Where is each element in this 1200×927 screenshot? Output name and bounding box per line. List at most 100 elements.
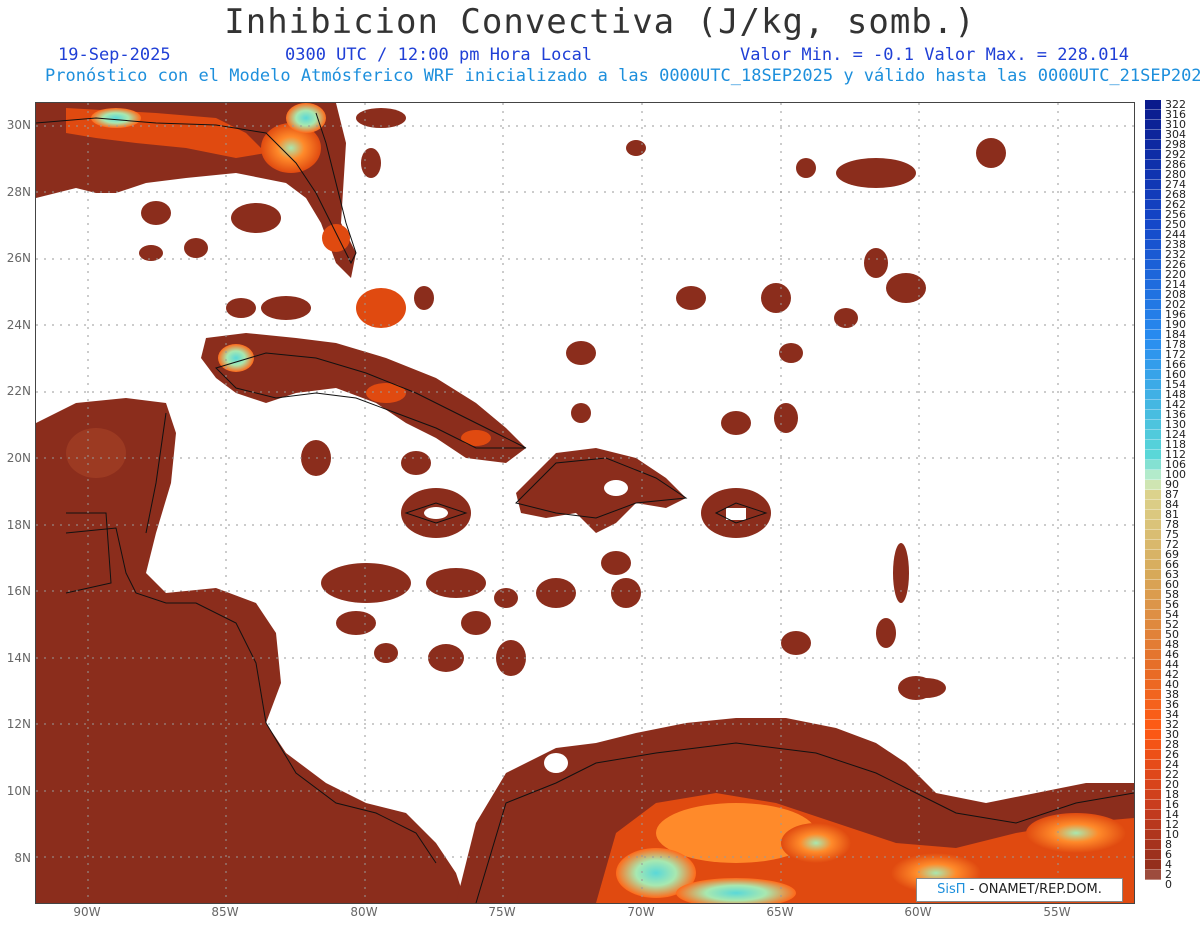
colorbar-cell [1145,200,1161,210]
colorbar-cell [1145,860,1161,870]
colorbar-cell [1145,530,1161,540]
longitude-label: 90W [73,905,101,919]
colorbar-cell [1145,160,1161,170]
longitude-label: 75W [488,905,516,919]
colorbar-cell [1145,510,1161,520]
colorbar-cell [1145,330,1161,340]
colorbar-cell [1145,800,1161,810]
colorbar-cell [1145,640,1161,650]
colorbar-cell [1145,140,1161,150]
colorbar-cell [1145,760,1161,770]
latitude-label: 12N [6,717,31,732]
colorbar-cell [1145,770,1161,780]
colorbar-cell [1145,450,1161,460]
colorbar-cell [1145,150,1161,160]
latitude-label: 10N [6,784,31,798]
colorbar-cell [1145,250,1161,260]
colorbar-cell [1145,410,1161,420]
latitude-label: 8N [14,850,31,865]
longitude-label: 55W [1043,905,1071,919]
cin-field [36,103,1134,903]
colorbar-cell [1145,670,1161,680]
colorbar-cell [1145,350,1161,360]
colorbar-cell [1145,700,1161,710]
colorbar-cell [1145,500,1161,510]
colorbar-cell [1145,110,1161,120]
colorbar-cell [1145,520,1161,530]
colorbar-cell [1145,840,1161,850]
colorbar-cell [1145,750,1161,760]
latitude-label: 30N [6,118,31,132]
credit-box: SisΠ - ONAMET/REP.DOM. [916,878,1123,902]
colorbar-cell [1145,870,1161,880]
longitude-label: 60W [904,905,932,919]
colorbar-cell [1145,440,1161,450]
colorbar-cell [1145,580,1161,590]
colorbar-cell [1145,470,1161,480]
colorbar-cell [1145,120,1161,130]
latitude-label: 14N [6,650,31,665]
colorbar-cell [1145,270,1161,280]
min-max-values: Valor Min. = -0.1 Valor Max. = 228.014 [740,45,1129,65]
colorbar-cell [1145,710,1161,720]
forecast-time: 0300 UTC / 12:00 pm Hora Local [285,45,593,65]
forecast-description: Pronóstico con el Modelo Atmósferico WRF… [45,66,1200,86]
colorbar-cell [1145,380,1161,390]
credit-logo: SisΠ [937,882,966,897]
colorbar-cell [1145,730,1161,740]
latitude-label: 26N [6,251,31,266]
colorbar-cell [1145,460,1161,470]
colorbar-cell [1145,260,1161,270]
latitude-label: 28N [6,184,31,199]
colorbar-cell [1145,610,1161,620]
colorbar-cell [1145,340,1161,350]
colorbar-cell [1145,570,1161,580]
map-panel [35,102,1135,904]
colorbar-cell [1145,820,1161,830]
colorbar-cell [1145,370,1161,380]
latitude-label: 20N [6,451,31,465]
colorbar-cell [1145,590,1161,600]
colorbar-cell [1145,420,1161,430]
colorbar-cell [1145,680,1161,690]
colorbar-cell [1145,550,1161,560]
colorbar-cell [1145,600,1161,610]
longitude-label: 65W [766,905,794,919]
colorbar-cell [1145,690,1161,700]
colorbar-cell [1145,540,1161,550]
colorbar-cell [1145,310,1161,320]
colorbar-cell [1145,170,1161,180]
colorbar-cell [1145,740,1161,750]
longitude-label: 85W [211,905,239,919]
map-svg [36,103,1134,903]
colorbar-cell [1145,360,1161,370]
latitude-label: 22N [6,384,31,399]
colorbar-cell [1145,320,1161,330]
colorbar-cell [1145,240,1161,250]
latitude-label: 16N [6,584,31,599]
colorbar-cell [1145,300,1161,310]
colorbar-cell [1145,430,1161,440]
longitude-label: 80W [350,905,378,919]
colorbar-cell [1145,720,1161,730]
colorbar-cell [1145,780,1161,790]
colorbar-cell [1145,230,1161,240]
colorbar-cell [1145,210,1161,220]
colorbar-label: 0 [1165,878,1172,891]
colorbar-cell [1145,810,1161,820]
credit-org: - ONAMET/REP.DOM. [965,882,1102,897]
colorbar-cell [1145,560,1161,570]
colorbar-cell [1145,850,1161,860]
latitude-label: 18N [6,517,31,532]
colorbar-cell [1145,830,1161,840]
longitude-label: 70W [627,905,655,919]
colorbar-cell [1145,620,1161,630]
page-title: Inhibicion Convectiva (J/kg, somb.) [224,2,976,42]
colorbar [1145,100,1161,900]
colorbar-cell [1145,650,1161,660]
colorbar-cell [1145,790,1161,800]
colorbar-cell [1145,290,1161,300]
forecast-date: 19-Sep-2025 [58,45,171,65]
colorbar-cell [1145,280,1161,290]
colorbar-cell [1145,220,1161,230]
